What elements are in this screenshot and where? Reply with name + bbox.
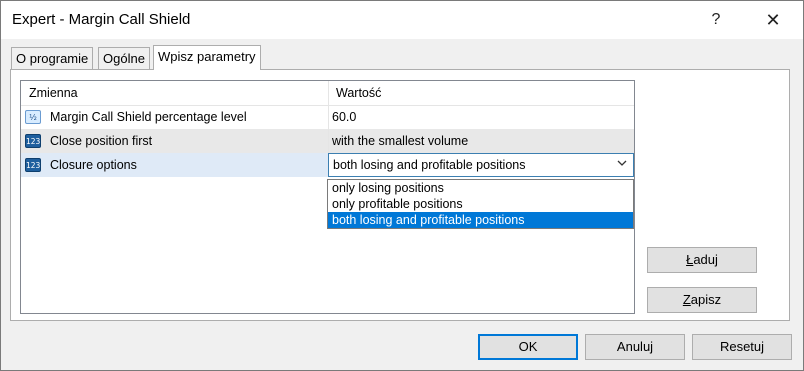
save-mnemonic: Z	[682, 292, 691, 307]
save-label: apisz	[690, 292, 722, 307]
column-header-variable[interactable]: Zmienna	[21, 81, 78, 105]
row-name: Close position first	[50, 134, 153, 148]
table-row[interactable]: 123 Closure options both losing and prof…	[21, 153, 634, 177]
reset-button[interactable]: Resetuj	[692, 334, 792, 360]
window-title: Expert - Margin Call Shield	[12, 11, 191, 28]
tab-ogolne[interactable]: Ogólne	[98, 47, 150, 69]
row-name: Margin Call Shield percentage level	[50, 110, 247, 124]
chevron-down-icon[interactable]	[615, 157, 629, 171]
title-bar: Expert - Margin Call Shield ? ✕	[1, 1, 803, 39]
ok-button[interactable]: OK	[478, 334, 578, 360]
load-button[interactable]: Ładuj	[647, 247, 757, 273]
tab-wpisz-parametry[interactable]: Wpisz parametry	[153, 45, 261, 70]
tab-label: Ogólne	[103, 51, 145, 66]
dropdown-option[interactable]: only profitable positions	[328, 196, 633, 212]
closure-options-select[interactable]: both losing and profitable positions	[328, 153, 634, 177]
table-row[interactable]: 123 Close position first with the smalle…	[21, 129, 634, 153]
load-label: aduj	[693, 252, 718, 267]
help-icon[interactable]: ?	[701, 6, 731, 34]
table-row[interactable]: ½ Margin Call Shield percentage level 60…	[21, 105, 634, 129]
tab-label: Wpisz parametry	[158, 49, 256, 64]
select-value: both losing and profitable positions	[333, 158, 526, 172]
dropdown-list: only losing positions only profitable po…	[327, 179, 634, 229]
tab-label: O programie	[16, 51, 89, 66]
dropdown-option-selected[interactable]: both losing and profitable positions	[328, 212, 633, 228]
dropdown-option[interactable]: only losing positions	[328, 180, 633, 196]
tab-o-programie[interactable]: O programie	[11, 47, 94, 69]
fraction-icon: ½	[25, 110, 41, 124]
row-name: Closure options	[50, 158, 137, 172]
column-divider	[328, 105, 329, 129]
column-divider	[328, 129, 329, 153]
cancel-button[interactable]: Anuluj	[585, 334, 685, 360]
number-icon: 123	[25, 134, 41, 148]
grid-header: Zmienna Wartość	[21, 81, 634, 106]
save-button[interactable]: Zapisz	[647, 287, 757, 313]
column-header-value[interactable]: Wartość	[328, 81, 381, 105]
row-value[interactable]: 60.0	[332, 105, 356, 129]
row-value[interactable]: with the smallest volume	[332, 129, 468, 153]
close-icon[interactable]: ✕	[758, 6, 788, 34]
number-icon: 123	[25, 158, 41, 172]
